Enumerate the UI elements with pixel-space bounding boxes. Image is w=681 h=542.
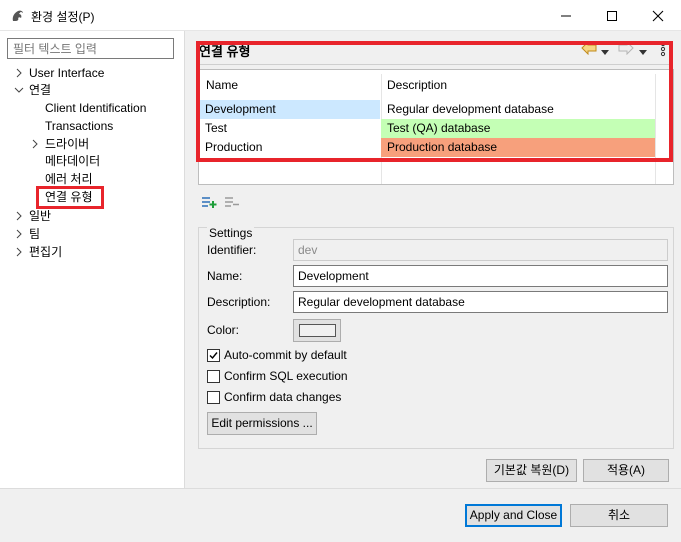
settings-legend: Settings [207, 226, 255, 240]
chevron-right-icon[interactable] [14, 247, 24, 257]
chevron-right-icon[interactable] [14, 68, 24, 78]
tree-label: 연결 [29, 83, 52, 97]
tree-item-client-identification[interactable]: Client Identification [45, 99, 146, 117]
remove-type-icon[interactable] [224, 195, 240, 212]
chevron-right-icon[interactable] [14, 229, 24, 239]
tree-label: Transactions [45, 119, 114, 133]
highlight-box-tree [36, 186, 104, 209]
tree-label: User Interface [29, 66, 105, 80]
name-label: Name: [207, 269, 243, 283]
checkmark-icon [209, 352, 218, 360]
identifier-field [293, 239, 668, 261]
confirm-data-label: Confirm data changes [224, 390, 342, 404]
tree-label: Client Identification [45, 101, 147, 115]
tree-label: 에러 처리 [45, 172, 93, 186]
close-button[interactable] [635, 0, 681, 31]
app-icon [10, 8, 26, 24]
cancel-button[interactable]: 취소 [570, 504, 668, 527]
highlight-box-table [196, 41, 673, 162]
apply-button[interactable]: 적용(A) [583, 459, 669, 482]
autocommit-label: Auto-commit by default [224, 348, 347, 362]
apply-and-close-button[interactable]: Apply and Close [465, 504, 562, 527]
window-title: 환경 설정(P) [31, 10, 95, 24]
edit-permissions-button[interactable]: Edit permissions ... [207, 412, 317, 435]
preferences-tree-pane: User Interface 연결 Client Identification … [0, 31, 185, 488]
color-label: Color: [207, 323, 240, 337]
identifier-label: Identifier: [207, 243, 257, 257]
title-bar: 환경 설정(P) [0, 0, 681, 31]
filter-input[interactable] [7, 38, 174, 59]
add-type-icon[interactable] [201, 195, 217, 212]
tree-label: 메타데이터 [45, 154, 101, 168]
autocommit-checkbox[interactable] [207, 349, 220, 362]
tree-label: 일반 [29, 209, 52, 223]
tree-label: 편집기 [29, 245, 63, 259]
restore-defaults-button[interactable]: 기본값 복원(D) [486, 459, 577, 482]
name-field[interactable] [293, 265, 668, 287]
color-picker-button[interactable] [293, 319, 341, 342]
description-field[interactable] [293, 291, 668, 313]
chevron-right-icon[interactable] [14, 211, 24, 221]
confirm-sql-checkbox[interactable] [207, 370, 220, 383]
tree-item-transactions[interactable]: Transactions [45, 117, 113, 135]
confirm-sql-label: Confirm SQL execution [224, 369, 348, 383]
chevron-down-icon[interactable] [14, 85, 24, 95]
dialog-button-bar: Apply and Close 취소 [0, 489, 681, 542]
minimize-button[interactable] [543, 0, 589, 31]
tree-item-metadata[interactable]: 메타데이터 [45, 152, 100, 170]
chevron-right-icon[interactable] [30, 139, 40, 149]
settings-group: Settings Identifier: Name: Description: … [198, 226, 674, 449]
tree-label: 팀 [29, 227, 41, 241]
color-swatch [299, 324, 336, 337]
tree-label: 드라이버 [45, 137, 90, 151]
confirm-data-checkbox[interactable] [207, 391, 220, 404]
maximize-button[interactable] [589, 0, 635, 31]
description-label: Description: [207, 295, 271, 309]
